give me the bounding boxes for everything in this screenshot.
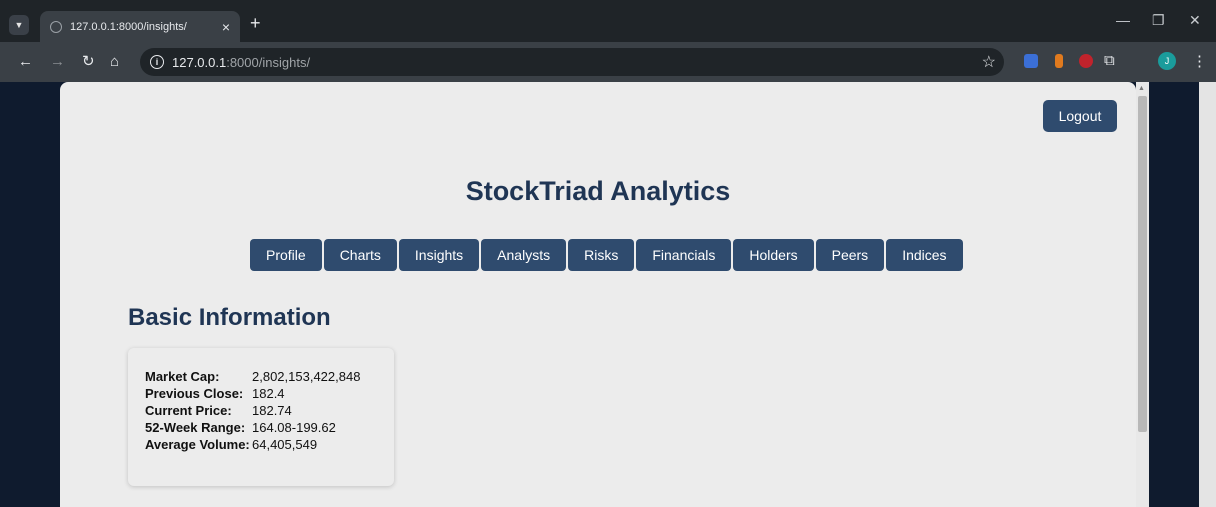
window-close-icon[interactable]: ✕ [1189, 12, 1201, 29]
nav-item-analysts[interactable]: Analysts [481, 239, 567, 271]
outer-scrollbar[interactable] [1199, 82, 1216, 507]
tab-strip: ▼ 127.0.0.1:8000/insights/ × + — ❐ ✕ [0, 0, 1216, 42]
page-title: StockTriad Analytics [465, 176, 731, 206]
nav-item-charts[interactable]: Charts [323, 239, 397, 271]
tab-search-icon[interactable]: ▼ [9, 15, 29, 35]
menu-dots-icon[interactable]: ⋮ [1192, 52, 1207, 72]
logout-button[interactable]: Logout [1043, 100, 1117, 132]
minimize-icon[interactable]: — [1116, 12, 1130, 28]
info-value: 182.4 [252, 386, 285, 401]
info-row-average-volume: Average Volume: 64,405,549 [145, 436, 377, 453]
info-value: 164.08-199.62 [252, 420, 336, 435]
browser-tab[interactable]: 127.0.0.1:8000/insights/ × [40, 11, 240, 42]
forward-icon[interactable]: → [50, 52, 65, 72]
new-tab-icon[interactable]: + [250, 13, 261, 34]
nav-item-financials[interactable]: Financials [636, 239, 732, 271]
url-host: 127.0.0.1 [172, 54, 227, 70]
info-label: Current Price: [145, 403, 232, 418]
info-value: 182.74 [252, 403, 292, 418]
info-row-previous-close: Previous Close: 182.4 [145, 385, 377, 402]
info-label: Average Volume: [145, 437, 250, 452]
scroll-up-icon[interactable]: ▲ [1138, 85, 1145, 92]
nav-item-risks[interactable]: Risks [568, 239, 635, 271]
url-path: :8000/insights/ [226, 54, 311, 70]
reload-icon[interactable]: ↻ [82, 52, 95, 72]
info-row-current-price: Current Price: 182.74 [145, 402, 377, 419]
info-label: Previous Close: [145, 386, 244, 401]
extension-shield-icon[interactable] [1024, 54, 1038, 68]
info-row-market-cap: Market Cap: 2,802,153,422,848 [145, 368, 377, 385]
info-label: 52-Week Range: [145, 420, 246, 435]
info-row-52-week-range: 52-Week Range: 164.08-199.62 [145, 419, 377, 436]
nav-item-holders[interactable]: Holders [733, 239, 814, 271]
nav-item-insights[interactable]: Insights [398, 239, 480, 271]
main-nav: Profile Charts Insights Analysts Risks F… [250, 239, 963, 271]
bookmark-star-icon[interactable]: ☆ [982, 52, 996, 72]
profile-avatar[interactable]: J [1158, 52, 1176, 70]
site-info-icon[interactable]: i [150, 55, 164, 69]
tab-title: 127.0.0.1:8000/insights/ [70, 20, 187, 33]
nav-item-indices[interactable]: Indices [886, 239, 963, 271]
info-value: 2,802,153,422,848 [252, 369, 361, 384]
globe-icon [50, 20, 62, 33]
section-title: Basic Information [128, 304, 331, 331]
nav-item-profile[interactable]: Profile [250, 239, 322, 271]
address-bar[interactable]: i 127.0.0.1:8000/insights/ ☆ [140, 48, 1004, 76]
info-value: 64,405,549 [252, 437, 318, 452]
close-icon[interactable]: × [222, 19, 230, 35]
restore-icon[interactable]: ❐ [1152, 12, 1165, 29]
home-icon[interactable]: ⌂ [110, 52, 119, 72]
page-scrollbar-thumb[interactable] [1138, 96, 1147, 432]
browser-toolbar: ← → ↻ ⌂ i 127.0.0.1:8000/insights/ ☆ ⧉ J… [0, 42, 1216, 82]
back-icon[interactable]: ← [18, 52, 33, 72]
extension-fox-icon[interactable] [1055, 54, 1063, 68]
extension-ublock-icon[interactable] [1079, 54, 1093, 68]
info-label: Market Cap: [145, 369, 220, 384]
basic-info-card: Market Cap: 2,802,153,422,848 Previous C… [128, 348, 394, 486]
extensions-puzzle-icon[interactable]: ⧉ [1104, 51, 1115, 71]
nav-item-peers[interactable]: Peers [815, 239, 885, 271]
